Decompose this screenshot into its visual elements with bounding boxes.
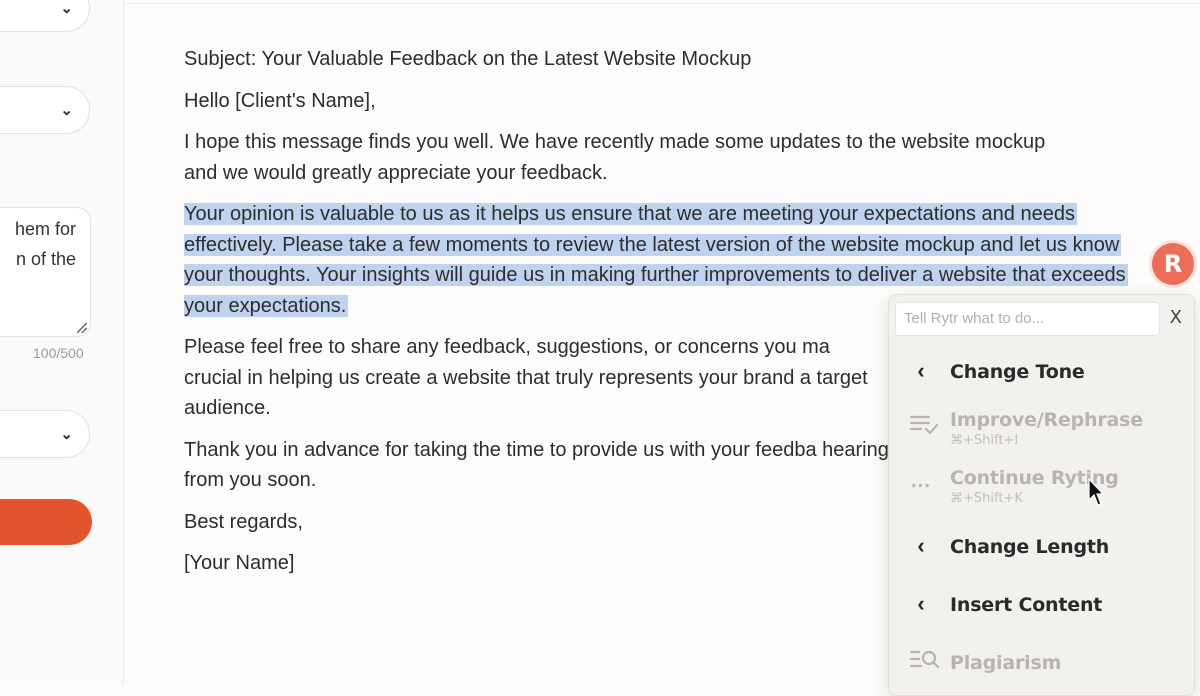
chevron-left-icon: ‹ <box>917 533 925 558</box>
chevron-left-icon: ‹ <box>917 591 925 616</box>
menu-label: Change Tone <box>950 361 1085 383</box>
dropdown-select-2[interactable]: ⌄ <box>0 86 90 134</box>
rytr-logo-icon[interactable]: R <box>1152 243 1194 285</box>
resize-handle-icon[interactable] <box>77 323 87 333</box>
char-counter: 100/500 <box>33 345 84 361</box>
close-button[interactable]: X <box>1170 307 1182 328</box>
textarea-value: hem for n of the <box>14 219 76 269</box>
divider <box>123 3 1200 4</box>
email-paragraph-1: I hope this message finds you well. We h… <box>184 131 1046 184</box>
menu-label: Insert Content <box>950 594 1103 616</box>
ellipsis-icon: ··· <box>911 475 931 498</box>
menu-label: Change Length <box>950 536 1110 558</box>
context-textarea[interactable]: hem for n of the <box>0 207 91 337</box>
email-paragraph-4: Thank you in advance for taking the time… <box>184 438 889 492</box>
dropdown-select-3[interactable]: ⌄ <box>0 410 90 458</box>
menu-shortcut: ⌘+Shift+K <box>950 491 1023 506</box>
menu-label: Improve/Rephrase <box>950 409 1143 431</box>
menu-label: Plagiarism <box>950 652 1062 674</box>
email-greeting: Hello [Client's Name], <box>184 89 376 112</box>
menu-shortcut: ⌘+Shift+I <box>950 433 1019 448</box>
email-paragraph-3: Please feel free to share any feedback, … <box>184 336 868 419</box>
chevron-down-icon: ⌄ <box>60 0 73 17</box>
chevron-left-icon: ‹ <box>917 358 925 383</box>
menu-continue-ryting[interactable]: ··· Continue Ryting ⌘+Shift+K <box>889 463 1194 507</box>
email-subject: Subject: Your Valuable Feedback on the L… <box>184 48 752 70</box>
dropdown-select-1[interactable]: ⌄ <box>0 0 90 32</box>
rephrase-icon <box>909 413 939 441</box>
plagiarism-icon <box>909 648 940 676</box>
menu-insert-content[interactable]: ‹ Insert Content <box>889 582 1194 626</box>
chevron-down-icon: ⌄ <box>60 102 73 119</box>
settings-sidebar: ⌄ ⌄ hem for n of the 100/500 ⌄ <box>0 0 124 686</box>
rytr-action-menu: Tell Rytr what to do... X ‹ Change Tone … <box>888 294 1195 696</box>
menu-plagiarism[interactable]: Plagiarism <box>889 640 1194 684</box>
command-input[interactable]: Tell Rytr what to do... <box>895 302 1160 336</box>
chevron-down-icon: ⌄ <box>60 426 73 443</box>
generate-button[interactable] <box>0 499 92 545</box>
mouse-cursor-icon <box>1088 478 1104 506</box>
menu-change-length[interactable]: ‹ Change Length <box>889 524 1194 568</box>
menu-improve-rephrase[interactable]: Improve/Rephrase ⌘+Shift+I <box>889 405 1194 449</box>
menu-change-tone[interactable]: ‹ Change Tone <box>889 349 1194 393</box>
